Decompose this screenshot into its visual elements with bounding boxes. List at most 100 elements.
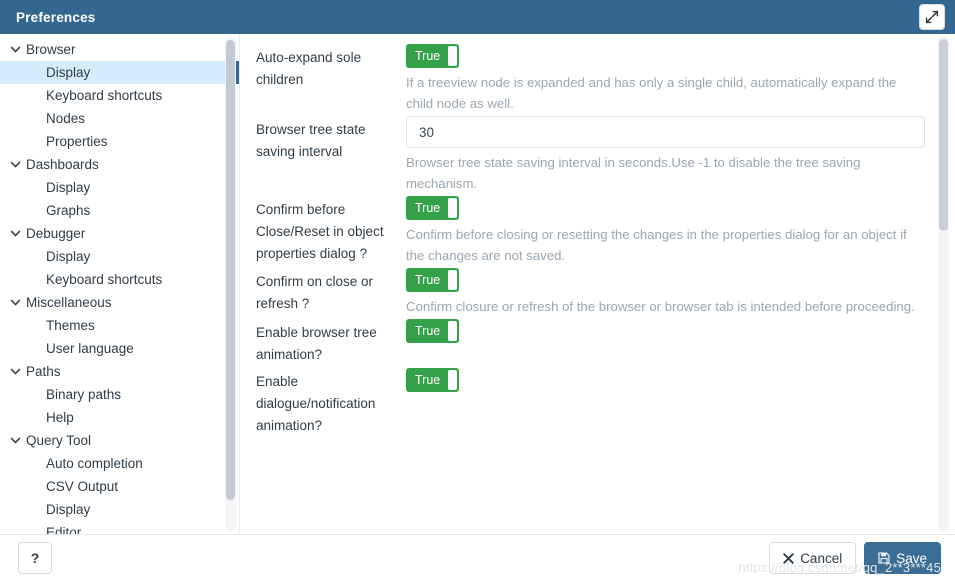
sidebar-item-display[interactable]: Display	[0, 176, 239, 199]
setting-control: True Confirm before closing or resetting …	[406, 196, 925, 266]
toggle-value-label: True	[415, 273, 441, 287]
sidebar-item-label: CSV Output	[46, 478, 119, 494]
sidebar-item-label: User language	[46, 340, 134, 356]
sidebar-item-user-language[interactable]: User language	[0, 337, 239, 360]
sidebar-item-label: Paths	[26, 363, 61, 379]
chevron-down-icon[interactable]	[8, 297, 22, 308]
sidebar-item-label: Display	[46, 179, 91, 195]
toggle-value-label: True	[415, 324, 441, 338]
save-button-label: Save	[896, 550, 927, 566]
dialog-titlebar: Preferences	[0, 0, 955, 34]
sidebar-item-display[interactable]: Display	[0, 61, 239, 84]
save-button[interactable]: Save	[864, 542, 941, 574]
dialog-footer: ? https://blog.csdn.net/qq_2**3***45 Can…	[0, 535, 955, 581]
setting-label: Enable browser tree animation?	[256, 325, 377, 362]
cancel-button[interactable]: Cancel	[769, 542, 857, 574]
sidebar-item-nodes[interactable]: Nodes	[0, 107, 239, 130]
sidebar-item-label: Help	[46, 409, 74, 425]
setting-label: Enable dialogue/notification animation?	[256, 374, 376, 433]
toggle-switch[interactable]: True	[406, 319, 460, 343]
toggle-switch[interactable]: True	[406, 368, 460, 392]
sidebar-item-csv-output[interactable]: CSV Output	[0, 475, 239, 498]
row-spacer	[406, 392, 925, 402]
setting-help-text: If a treeview node is expanded and has o…	[406, 75, 897, 111]
sidebar-item-label: Properties	[46, 133, 108, 149]
sidebar-item-label: Editor	[46, 524, 82, 534]
setting-help-text: Browser tree state saving interval in se…	[406, 155, 861, 191]
setting-control: True If a treeview node is expanded and h…	[406, 44, 925, 114]
toggle-knob	[448, 370, 458, 390]
sidebar-item-label: Display	[46, 64, 91, 80]
sidebar-scrollbar-thumb[interactable]	[226, 40, 235, 500]
sidebar-item-dashboards[interactable]: Dashboards	[0, 153, 239, 176]
setting-row: Confirm on close or refresh ? True Confirm…	[256, 268, 925, 317]
sidebar-item-label: Auto completion	[46, 455, 143, 471]
chevron-down-icon[interactable]	[8, 366, 22, 377]
floppy-disk-icon	[878, 552, 890, 564]
sidebar-item-browser[interactable]: Browser	[0, 38, 239, 61]
content-scrollbar-track[interactable]	[938, 36, 949, 532]
sidebar-item-keyboard-shortcuts[interactable]: Keyboard shortcuts	[0, 84, 239, 107]
sidebar-item-help[interactable]: Help	[0, 406, 239, 429]
sidebar-item-paths[interactable]: Paths	[0, 360, 239, 383]
sidebar-item-editor[interactable]: Editor	[0, 521, 239, 534]
sidebar-item-label: Dashboards	[26, 156, 99, 172]
toggle-knob	[448, 321, 458, 341]
setting-label: Browser tree state saving interval	[256, 122, 366, 159]
sidebar-item-properties[interactable]: Properties	[0, 130, 239, 153]
setting-row: Confirm before Close/Reset in object pro…	[256, 196, 925, 266]
sidebar-item-label: Keyboard shortcuts	[46, 87, 163, 103]
sidebar-item-keyboard-shortcuts[interactable]: Keyboard shortcuts	[0, 268, 239, 291]
dialog-body: Browser Display Keyboard shortcuts Nodes Pro…	[0, 34, 955, 535]
setting-row: Enable browser tree animation? True	[256, 319, 925, 366]
toggle-knob	[448, 46, 458, 66]
sidebar-item-display[interactable]: Display	[0, 498, 239, 521]
toggle-knob	[448, 270, 458, 290]
sidebar-item-label: Debugger	[26, 225, 86, 241]
setting-control: True	[406, 368, 925, 402]
sidebar-item-label: Nodes	[46, 110, 86, 126]
sidebar-item-debugger[interactable]: Debugger	[0, 222, 239, 245]
sidebar-item-themes[interactable]: Themes	[0, 314, 239, 337]
setting-row: Enable dialogue/notification animation? T…	[256, 368, 925, 437]
sidebar-item-label: Display	[46, 501, 91, 517]
sidebar-item-query-tool[interactable]: Query Tool	[0, 429, 239, 452]
chevron-down-icon[interactable]	[8, 44, 22, 55]
sidebar-item-label: Display	[46, 248, 91, 264]
setting-control: Browser tree state saving interval in se…	[406, 116, 925, 194]
dialog-title: Preferences	[16, 9, 96, 25]
row-spacer	[406, 343, 925, 353]
setting-label: Confirm before Close/Reset in object pro…	[256, 202, 384, 261]
toggle-switch[interactable]: True	[406, 268, 460, 292]
sidebar-item-binary-paths[interactable]: Binary paths	[0, 383, 239, 406]
cancel-button-label: Cancel	[800, 550, 843, 566]
setting-text-input[interactable]	[406, 116, 925, 148]
preferences-tree: Browser Display Keyboard shortcuts Nodes Pro…	[0, 34, 240, 534]
sidebar-item-display[interactable]: Display	[0, 245, 239, 268]
sidebar-item-label: Browser	[26, 41, 76, 57]
sidebar-item-auto-completion[interactable]: Auto completion	[0, 452, 239, 475]
sidebar-item-label: Graphs	[46, 202, 91, 218]
setting-row: Browser tree state saving interval Browse…	[256, 116, 925, 194]
toggle-value-label: True	[415, 49, 441, 63]
toggle-switch[interactable]: True	[406, 196, 460, 220]
chevron-down-icon[interactable]	[8, 228, 22, 239]
content-scrollbar-thumb[interactable]	[939, 39, 948, 231]
sidebar-item-miscellaneous[interactable]: Miscellaneous	[0, 291, 239, 314]
sidebar-item-label: Miscellaneous	[26, 294, 112, 310]
sidebar-scrollbar-track[interactable]	[225, 36, 236, 532]
help-button[interactable]: ?	[18, 542, 52, 574]
setting-control: True Confirm closure or refresh of the br…	[406, 268, 925, 317]
sidebar-item-label: Query Tool	[26, 432, 92, 448]
footer-actions: Cancel Save	[769, 542, 941, 574]
setting-label: Auto-expand sole children	[256, 50, 362, 87]
sidebar-item-label: Binary paths	[46, 386, 122, 402]
sidebar-item-graphs[interactable]: Graphs	[0, 199, 239, 222]
sidebar-item-label: Themes	[46, 317, 95, 333]
chevron-down-icon[interactable]	[8, 435, 22, 446]
toggle-switch[interactable]: True	[406, 44, 460, 68]
toggle-value-label: True	[415, 201, 441, 215]
chevron-down-icon[interactable]	[8, 159, 22, 170]
expand-dialog-button[interactable]	[919, 4, 945, 30]
setting-row: Auto-expand sole children True If a treevi…	[256, 44, 925, 114]
